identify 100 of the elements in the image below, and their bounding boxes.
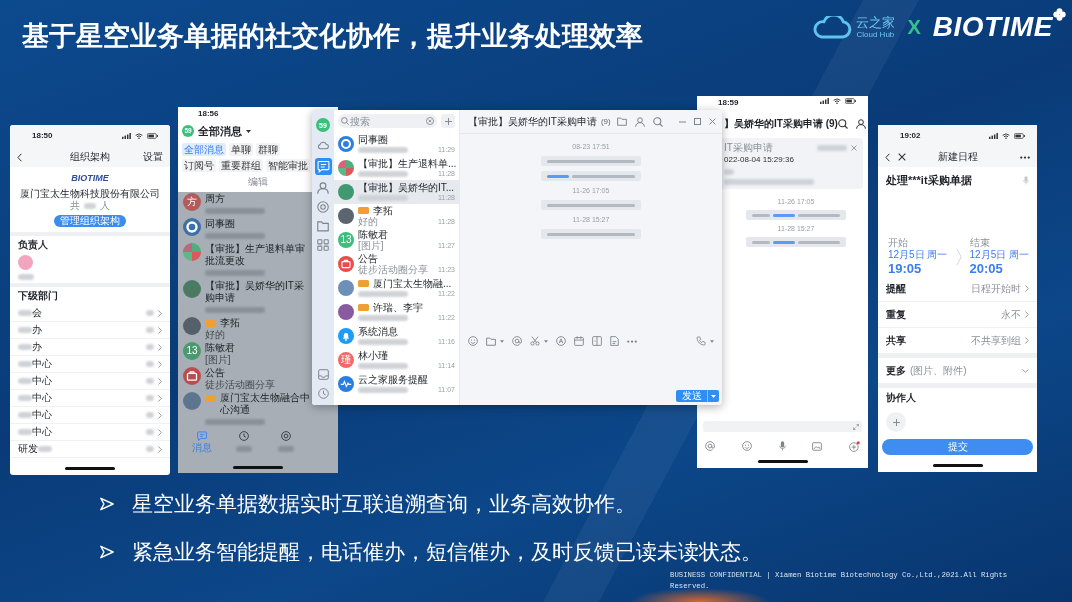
- filter-chip[interactable]: 订阅号: [182, 159, 216, 172]
- home-indicator: [65, 467, 115, 470]
- conversation-title: 【审批】吴娇华的IT采购申请: [205, 280, 305, 304]
- mention-icon[interactable]: [705, 441, 715, 451]
- status-time: 19:02: [900, 131, 921, 141]
- product-name: 云之家: [856, 15, 896, 30]
- mention-icon[interactable]: [512, 336, 522, 346]
- department-name[interactable]: 中心: [32, 375, 52, 387]
- chevron-right-icon: [158, 377, 162, 385]
- calendar-icon[interactable]: [574, 336, 584, 346]
- conversation-title: 同事圈: [358, 134, 388, 145]
- blurred-text: [38, 446, 52, 452]
- battery-icon: [845, 98, 856, 104]
- chat-title: 】吴娇华的IT采购申请 (9): [724, 118, 838, 130]
- settings-link[interactable]: 设置: [143, 151, 163, 163]
- search-field[interactable]: 搜索: [338, 114, 437, 128]
- department-name[interactable]: 会: [32, 307, 42, 319]
- blurred-text: [18, 310, 32, 316]
- minimize-icon[interactable]: [679, 120, 686, 123]
- blurred-text: [358, 170, 408, 177]
- page-title: 组织架构: [70, 151, 110, 163]
- chevron-right-icon: [1025, 311, 1029, 318]
- blurred-text: [18, 274, 34, 280]
- section-heading: 负责人: [18, 239, 48, 251]
- brand-name: BIOTIME: [932, 12, 1053, 42]
- department-name[interactable]: 中心: [32, 392, 52, 404]
- compass-icon[interactable]: [281, 431, 291, 441]
- grid-icon[interactable]: [317, 239, 329, 251]
- setting-label: 重复: [886, 308, 906, 321]
- split-view-icon[interactable]: [592, 336, 602, 346]
- clock-icon[interactable]: [239, 431, 249, 441]
- member-icon[interactable]: [855, 119, 866, 129]
- home-indicator: [233, 466, 283, 469]
- blurred-text: [146, 361, 154, 367]
- bullet-arrow-icon: [100, 545, 114, 559]
- wifi-icon: [1002, 133, 1010, 139]
- back-icon[interactable]: [17, 152, 22, 162]
- microphone-icon[interactable]: [1023, 175, 1029, 185]
- add-icon[interactable]: [849, 440, 860, 452]
- add-collaborator-button[interactable]: [886, 412, 906, 432]
- send-options-button[interactable]: [707, 390, 719, 402]
- wifi-icon: [135, 133, 143, 139]
- blurred-text: [205, 419, 265, 425]
- department-name[interactable]: 研发: [18, 443, 38, 455]
- message-input[interactable]: [703, 421, 862, 432]
- expand-icon[interactable]: [853, 423, 859, 430]
- avatar: 方: [183, 193, 201, 211]
- event-title-field[interactable]: 处理***it采购单据: [886, 173, 1023, 187]
- blurred-text: [358, 386, 408, 393]
- clover-icon: [1053, 8, 1066, 21]
- filter-chip[interactable]: 重要群组: [219, 159, 263, 172]
- emoji-icon[interactable]: [741, 441, 752, 451]
- filter-chip[interactable]: 单聊: [229, 143, 253, 156]
- chat-icon[interactable]: [314, 158, 332, 175]
- text-format-icon[interactable]: [556, 336, 566, 346]
- phone-icon[interactable]: [696, 336, 706, 346]
- scissors-icon[interactable]: [530, 336, 540, 346]
- more-label[interactable]: 更多: [886, 364, 906, 377]
- filter-chip[interactable]: 智能审批: [266, 159, 310, 172]
- document-icon[interactable]: [610, 336, 619, 346]
- signal-icon: [122, 133, 131, 139]
- folder-icon[interactable]: [317, 220, 329, 232]
- edit-link[interactable]: 编辑: [248, 176, 268, 188]
- folder-icon[interactable]: [617, 117, 627, 126]
- image-icon[interactable]: [812, 441, 823, 451]
- blurred-text: [18, 412, 32, 418]
- clear-icon[interactable]: [426, 117, 434, 125]
- back-icon[interactable]: [885, 152, 890, 162]
- inbox-title[interactable]: 全部消息: [198, 124, 242, 138]
- blurred-text: [146, 412, 154, 418]
- add-button[interactable]: [441, 114, 455, 128]
- blurred-text: [278, 446, 294, 452]
- setting-value[interactable]: 不共享到组: [971, 334, 1021, 347]
- chevron-down-icon[interactable]: [1022, 368, 1029, 373]
- filter-chip[interactable]: 群聊: [256, 143, 280, 156]
- cloud-icon[interactable]: [317, 139, 329, 151]
- filter-chip[interactable]: 全部消息: [182, 143, 226, 156]
- department-name[interactable]: 中心: [32, 409, 52, 421]
- microphone-icon[interactable]: [778, 441, 786, 451]
- inbox-icon[interactable]: [317, 369, 329, 380]
- maximize-icon[interactable]: [694, 118, 701, 125]
- chevron-right-icon: [158, 445, 162, 453]
- department-name[interactable]: 办: [32, 341, 42, 353]
- more-icon[interactable]: [1020, 155, 1030, 159]
- close-icon[interactable]: [898, 153, 906, 161]
- department-name[interactable]: 办: [32, 324, 42, 336]
- history-icon[interactable]: [317, 388, 329, 399]
- department-name[interactable]: 中心: [32, 426, 52, 438]
- message-preview: [图片]: [205, 354, 231, 365]
- blurred-text: [18, 429, 32, 435]
- chevron-right-icon: [158, 411, 162, 419]
- date-text: 12月5日 周一: [888, 249, 948, 261]
- compass-icon[interactable]: [317, 201, 329, 213]
- search-icon[interactable]: [837, 119, 848, 129]
- folder-icon[interactable]: [486, 336, 496, 346]
- signal-icon: [820, 98, 829, 104]
- chat-icon[interactable]: [197, 431, 207, 441]
- emoji-icon[interactable]: [468, 336, 478, 346]
- contacts-icon[interactable]: [317, 182, 329, 194]
- department-name[interactable]: 中心: [32, 358, 52, 370]
